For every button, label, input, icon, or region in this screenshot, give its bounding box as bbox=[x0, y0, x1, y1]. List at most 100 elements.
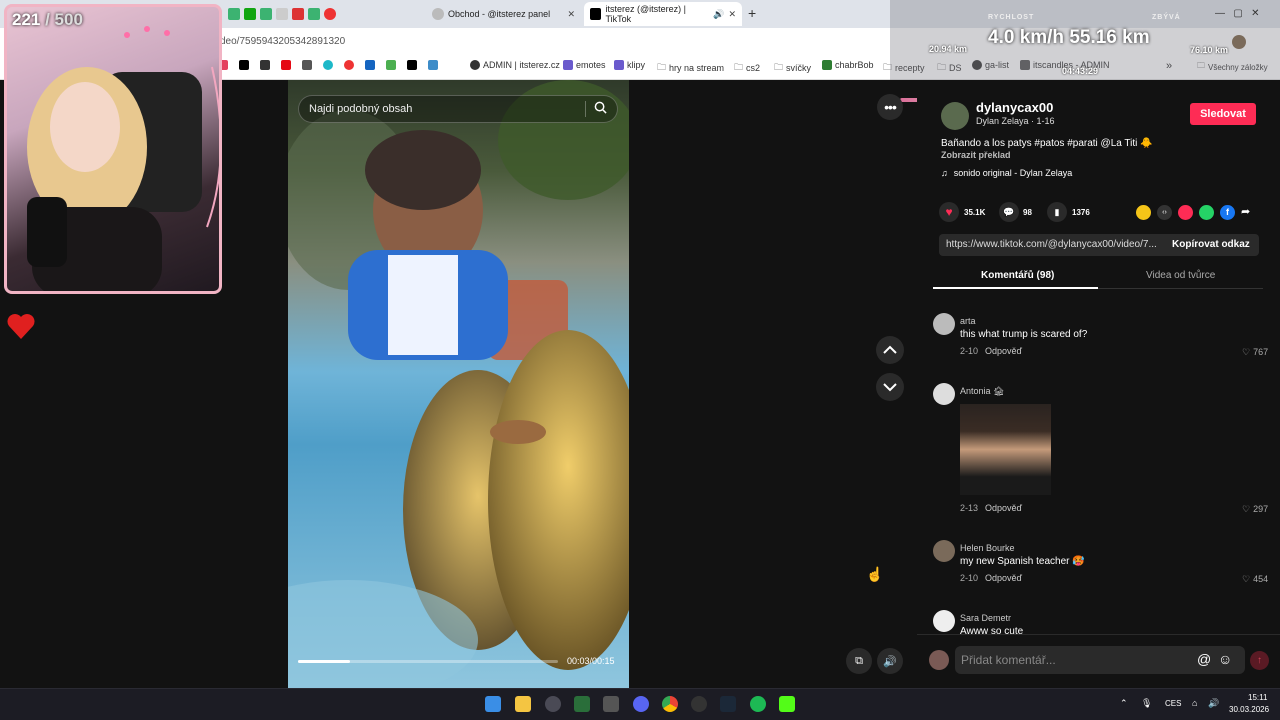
bookmark-icon[interactable]: ▮ bbox=[1047, 202, 1067, 222]
translate-link[interactable]: Zobrazit překlad bbox=[941, 150, 1011, 160]
tiktok-icon bbox=[590, 8, 602, 20]
pip-icon[interactable]: ⧉ bbox=[846, 648, 872, 674]
explorer-icon[interactable] bbox=[515, 696, 531, 712]
embed-icon[interactable]: ‹› bbox=[1157, 205, 1172, 220]
facebook-icon[interactable]: f bbox=[1220, 205, 1235, 220]
follow-button[interactable]: Sledovat bbox=[1190, 103, 1256, 125]
discord-icon[interactable] bbox=[633, 696, 649, 712]
search-icon[interactable] bbox=[585, 101, 607, 117]
comment-text: my new Spanish teacher 🥵 bbox=[960, 556, 1085, 567]
avatar[interactable] bbox=[933, 610, 955, 632]
bookmark-icon[interactable] bbox=[323, 60, 333, 70]
heart-icon[interactable]: ♥ bbox=[939, 202, 959, 222]
profile-avatar[interactable] bbox=[1232, 35, 1246, 49]
mic-icon[interactable]: 🎙 bbox=[1141, 698, 1152, 709]
comment-likes[interactable]: ♡ 454 bbox=[1242, 574, 1268, 585]
webcam-frame bbox=[27, 26, 219, 291]
emoji-icon[interactable]: ☺ bbox=[1218, 651, 1232, 667]
similar-content-search[interactable]: Najdi podobný obsah bbox=[298, 95, 618, 123]
tab-comments[interactable]: Komentářů (98) bbox=[981, 270, 1054, 281]
reply-button[interactable]: Odpověď bbox=[985, 503, 1022, 513]
network-icon[interactable]: ⌂ bbox=[1192, 698, 1197, 708]
bookmark-icon[interactable] bbox=[344, 60, 354, 70]
comment-user[interactable]: Sara Demetr bbox=[960, 613, 1011, 623]
video-frame bbox=[288, 80, 629, 688]
close-icon[interactable]: ✕ bbox=[567, 9, 575, 20]
bookmark-icon[interactable] bbox=[260, 60, 270, 70]
whatsapp-icon[interactable] bbox=[1199, 205, 1214, 220]
post-username[interactable]: dylanycax00 bbox=[976, 100, 1053, 115]
chevron-up-icon[interactable] bbox=[876, 336, 904, 364]
tab-tiktok[interactable]: itsterez (@itsterez) | TikTok 🔊 ✕ bbox=[584, 2, 742, 26]
bookmark-chabrbob[interactable]: chabrBob bbox=[822, 60, 874, 70]
comment-user[interactable]: Antonia 🏚 bbox=[960, 386, 1004, 397]
sl-icon bbox=[614, 60, 624, 70]
kick-icon[interactable] bbox=[779, 696, 795, 712]
video-player[interactable] bbox=[288, 80, 629, 688]
bookmark-icon[interactable] bbox=[386, 60, 396, 70]
language-indicator[interactable]: CES bbox=[1165, 699, 1181, 708]
volume-icon[interactable]: 🔊 bbox=[1208, 698, 1219, 709]
tab-obchod[interactable]: Obchod - @itsterez panel ✕ bbox=[426, 2, 581, 26]
bookmark-emotes[interactable]: emotes bbox=[563, 60, 606, 70]
reply-button[interactable]: Odpověď bbox=[985, 346, 1022, 356]
url-text[interactable]: deo/7595943205342891320 bbox=[220, 36, 345, 47]
start-icon[interactable] bbox=[485, 696, 501, 712]
more-icon[interactable]: ••• bbox=[877, 94, 903, 120]
bookmark-hry[interactable]: 🗀 hry na stream bbox=[657, 60, 724, 76]
close-icon[interactable]: ✕ bbox=[728, 9, 736, 20]
share-icon[interactable]: ➦ bbox=[1241, 205, 1250, 220]
netflix-icon[interactable] bbox=[281, 60, 291, 70]
comment-like-count: 767 bbox=[1253, 347, 1269, 357]
copy-link-button[interactable]: Kopírovat odkaz bbox=[1172, 239, 1250, 250]
bookmark-label: hry na stream bbox=[669, 63, 725, 73]
music-note-icon: ♫ bbox=[941, 168, 948, 178]
avatar[interactable] bbox=[933, 383, 955, 405]
bookmark-cs2[interactable]: 🗀 cs2 bbox=[734, 60, 760, 76]
tab-creator-videos[interactable]: Videa od tvůrce bbox=[1146, 270, 1215, 281]
tray-chevron-icon[interactable]: ⌃ bbox=[1120, 698, 1128, 709]
bookmark-icon[interactable] bbox=[428, 60, 438, 70]
clock-date[interactable]: 30.03.2026 bbox=[1229, 705, 1269, 714]
sound-row[interactable]: ♫ sonido original - Dylan Zelaya bbox=[941, 168, 1072, 178]
comment-user[interactable]: Helen Bourke bbox=[960, 543, 1015, 553]
comment-likes[interactable]: ♡ 767 bbox=[1242, 347, 1268, 358]
comment-image[interactable] bbox=[960, 404, 1051, 495]
chrome-icon[interactable] bbox=[662, 696, 678, 712]
send-icon[interactable]: ↑ bbox=[1250, 651, 1269, 670]
comment-icon[interactable]: 💬 bbox=[999, 202, 1019, 222]
bookmark-icon[interactable] bbox=[407, 60, 417, 70]
reply-button[interactable]: Odpověď bbox=[985, 573, 1022, 583]
post-link[interactable]: https://www.tiktok.com/@dylanycax00/vide… bbox=[946, 239, 1160, 250]
send-to-friend-icon[interactable] bbox=[1178, 205, 1193, 220]
pinned-tabs[interactable] bbox=[222, 2, 412, 26]
chevron-down-icon[interactable] bbox=[876, 373, 904, 401]
comment-likes[interactable]: ♡ 297 bbox=[1242, 504, 1268, 515]
bookmark-admin[interactable]: ADMIN | itsterez.cz bbox=[470, 60, 560, 70]
paypal-icon[interactable] bbox=[365, 60, 375, 70]
bookmark-svicky[interactable]: 🗀 svíčky bbox=[774, 60, 811, 76]
app-icon[interactable] bbox=[691, 696, 707, 712]
avatar[interactable] bbox=[941, 102, 969, 130]
bookmark-icons-row[interactable] bbox=[218, 60, 438, 70]
x-icon[interactable] bbox=[239, 60, 249, 70]
window-controls[interactable]: — ▢ ✕ bbox=[1215, 8, 1260, 19]
repost-icon[interactable] bbox=[1136, 205, 1151, 220]
app-icon[interactable] bbox=[603, 696, 619, 712]
comment-user[interactable]: arta bbox=[960, 316, 976, 326]
avatar[interactable] bbox=[933, 540, 955, 562]
app-icon[interactable] bbox=[545, 696, 561, 712]
app-icon[interactable] bbox=[574, 696, 590, 712]
volume-icon[interactable]: 🔊 bbox=[877, 648, 903, 674]
new-tab-button[interactable]: + bbox=[748, 5, 756, 21]
spotify-icon[interactable] bbox=[750, 696, 766, 712]
bookmark-klipy[interactable]: klipy bbox=[614, 60, 645, 70]
post-caption: Bañando a los patys #patos #parati @La T… bbox=[941, 138, 1153, 149]
avatar[interactable] bbox=[933, 313, 955, 335]
speaker-icon[interactable]: 🔊 bbox=[713, 9, 724, 20]
bookmark-icon[interactable] bbox=[302, 60, 312, 70]
at-icon[interactable]: @ bbox=[1197, 651, 1211, 667]
video-progress[interactable] bbox=[298, 660, 558, 663]
clock-time[interactable]: 15:11 bbox=[1248, 693, 1267, 702]
steam-icon[interactable] bbox=[720, 696, 736, 712]
